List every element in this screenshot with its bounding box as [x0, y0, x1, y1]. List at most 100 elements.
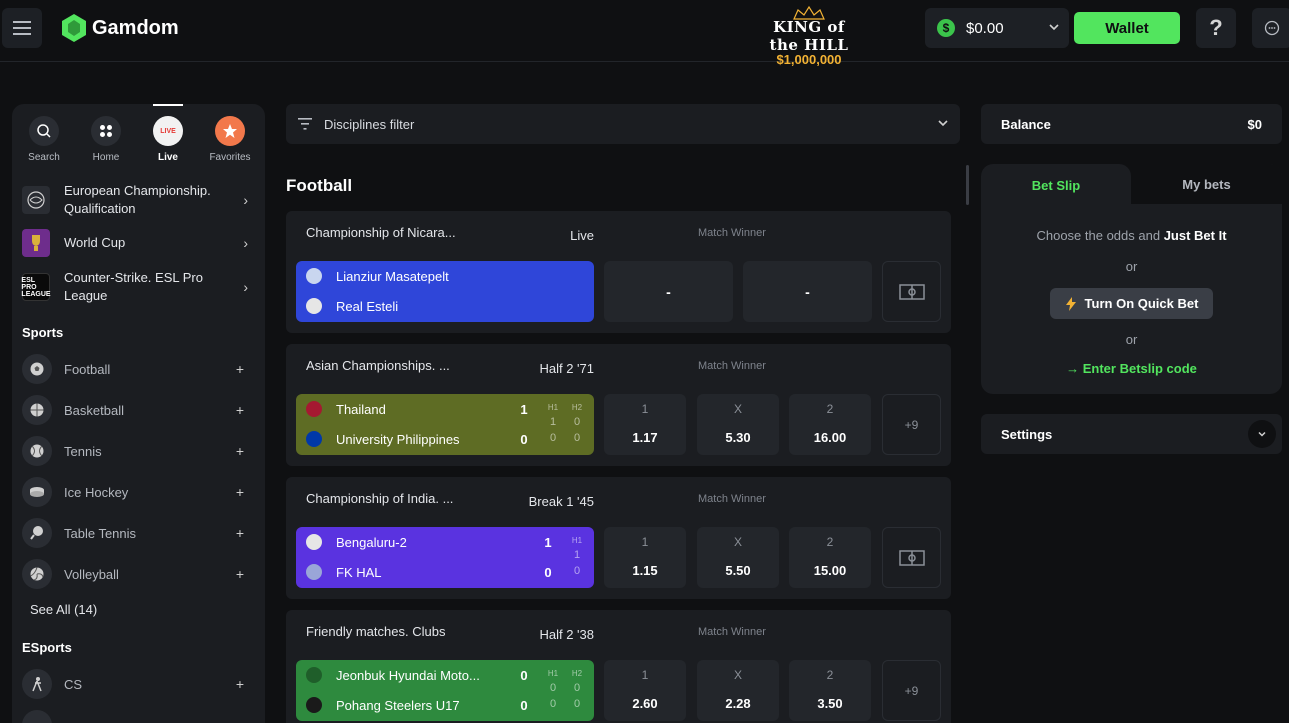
odd-value: 3.50 [817, 696, 843, 711]
match-league[interactable]: Asian Championships. ... [306, 358, 450, 373]
disciplines-filter[interactable]: Disciplines filter [286, 104, 960, 144]
section-title: Football [286, 176, 353, 195]
sport-item-basketball[interactable]: Basketball + [22, 395, 258, 425]
top-header: Gamdom KING of the HILL $1,000,000 $ $0.… [0, 0, 1289, 67]
plus-icon[interactable]: + [232, 484, 248, 500]
settings-panel[interactable]: Settings [981, 414, 1282, 454]
match-teams[interactable]: Jeonbuk Hyundai Moto... Pohang Steelers … [296, 660, 594, 721]
scrollbar-thumb[interactable] [966, 165, 969, 205]
odd-button-draw[interactable]: X 5.50 [697, 527, 779, 588]
match-league[interactable]: Championship of Nicara... [306, 225, 456, 240]
see-all-sports-link[interactable]: See All (14) [30, 602, 97, 617]
enter-betslip-code-link[interactable]: → Enter Betslip code [981, 361, 1282, 376]
odd-button[interactable]: - [743, 261, 872, 322]
odd-label: X [733, 668, 742, 682]
more-markets-button[interactable]: +9 [882, 660, 941, 721]
odd-value: 2.28 [725, 696, 751, 711]
esl-pro-league-logo-icon: ESL PRO LEAGUE [21, 273, 51, 301]
match-teams[interactable]: Thailand University Philippines 1 0 H1 H… [296, 394, 594, 455]
sport-item-volleyball[interactable]: Volleyball + [22, 559, 258, 589]
sport-item-ice-hockey[interactable]: Ice Hockey + [22, 477, 258, 507]
pitch-icon[interactable] [882, 261, 941, 322]
lightning-icon [1065, 296, 1076, 311]
odd-button[interactable]: - [604, 261, 733, 322]
league-item[interactable]: World Cup › [22, 229, 258, 257]
or-separator: or [1125, 332, 1138, 347]
sport-item-football[interactable]: Football + [22, 354, 258, 384]
quicknav-live[interactable]: LIVE Live [138, 116, 198, 163]
match-league[interactable]: Friendly matches. Clubs [306, 624, 445, 639]
sport-name: Tennis [64, 443, 102, 459]
odd-value: 16.00 [813, 430, 847, 445]
odd-button-draw[interactable]: X 5.30 [697, 394, 779, 455]
odd-button-home[interactable]: 1 1.15 [604, 527, 686, 588]
sport-item-cs[interactable]: CS + [22, 669, 258, 699]
pitch-icon[interactable] [882, 527, 941, 588]
active-tab-indicator [153, 104, 183, 106]
team-name: FK HAL [336, 564, 382, 580]
match-teams[interactable]: Bengaluru-2 FK HAL 1 0 H1 1 0 [296, 527, 594, 588]
chevron-right-icon: › [243, 279, 248, 295]
match-teams[interactable]: Lianziur Masatepelt Real Esteli [296, 261, 594, 322]
team-logo-icon [306, 534, 322, 550]
help-button[interactable]: ? [1196, 8, 1236, 48]
balance-label: Balance [1001, 116, 1051, 132]
quicknav-favorites[interactable]: Favorites [200, 116, 260, 163]
balance-dropdown[interactable]: $ $0.00 [925, 8, 1069, 48]
team-logo-icon [306, 564, 322, 580]
tab-bet-slip[interactable]: Bet Slip [981, 164, 1131, 206]
odd-button-away[interactable]: 2 15.00 [789, 527, 871, 588]
bet-slip-tabs: Bet Slip My bets [981, 164, 1282, 206]
sports-sidebar: Search Home LIVE Live Favorites European… [12, 104, 265, 723]
sport-item-tennis[interactable]: Tennis + [22, 436, 258, 466]
odd-button-draw[interactable]: X 2.28 [697, 660, 779, 721]
quicknav-label: Home [92, 152, 120, 163]
tab-my-bets[interactable]: My bets [1131, 164, 1282, 204]
half-label: H1 [547, 669, 559, 678]
odd-button-home[interactable]: 1 2.60 [604, 660, 686, 721]
plus-icon[interactable]: + [232, 361, 248, 377]
sport-name: Basketball [64, 402, 124, 418]
quicknav-label: Live [157, 152, 178, 163]
sport-item-table-tennis[interactable]: Table Tennis + [22, 518, 258, 548]
sport-item-esports-more[interactable] [22, 710, 258, 723]
esports-football-icon [22, 710, 52, 723]
quicknav-search[interactable]: Search [14, 116, 74, 163]
team-score: 0 [520, 432, 528, 447]
odd-label: 2 [826, 402, 834, 416]
quicknav-label: Favorites [209, 152, 251, 163]
philippines-flag-icon [306, 431, 322, 447]
quick-bet-button[interactable]: Turn On Quick Bet [1050, 288, 1213, 319]
plus-icon[interactable]: + [232, 566, 248, 582]
half-label: H1 [547, 403, 559, 412]
odd-button-home[interactable]: 1 1.17 [604, 394, 686, 455]
league-item[interactable]: European Championship. Qualification › [22, 182, 258, 218]
half-score: 1 [549, 416, 557, 428]
quicknav-home[interactable]: Home [76, 116, 136, 163]
plus-icon[interactable]: + [232, 525, 248, 541]
home-grid-icon [91, 116, 121, 146]
more-markets-button[interactable]: +9 [882, 394, 941, 455]
plus-icon[interactable]: + [232, 443, 248, 459]
half-label: H2 [571, 403, 583, 412]
odd-button-away[interactable]: 2 16.00 [789, 394, 871, 455]
league-name: European Championship. Qualification [64, 183, 211, 216]
wallet-button[interactable]: Wallet [1074, 12, 1180, 44]
odd-label: 1 [641, 402, 649, 416]
chevron-right-icon: › [243, 235, 248, 251]
team-score: 0 [544, 565, 552, 580]
king-of-the-hill-promo[interactable]: KING of the HILL $1,000,000 [762, 6, 856, 67]
site-logo[interactable]: Gamdom [62, 14, 179, 42]
chat-button[interactable] [1252, 8, 1289, 48]
chat-icon [1264, 20, 1280, 36]
odd-button-away[interactable]: 2 3.50 [789, 660, 871, 721]
league-item[interactable]: ESL PRO LEAGUE Counter-Strike. ESL Pro L… [21, 269, 258, 305]
cs-icon [22, 669, 52, 699]
search-icon [29, 116, 59, 146]
match-league[interactable]: Championship of India. ... [306, 491, 453, 506]
menu-button[interactable] [2, 8, 42, 48]
chevron-down-icon[interactable] [1248, 420, 1276, 448]
plus-icon[interactable]: + [232, 402, 248, 418]
plus-icon[interactable]: + [232, 676, 248, 692]
sport-name: Table Tennis [64, 525, 137, 541]
